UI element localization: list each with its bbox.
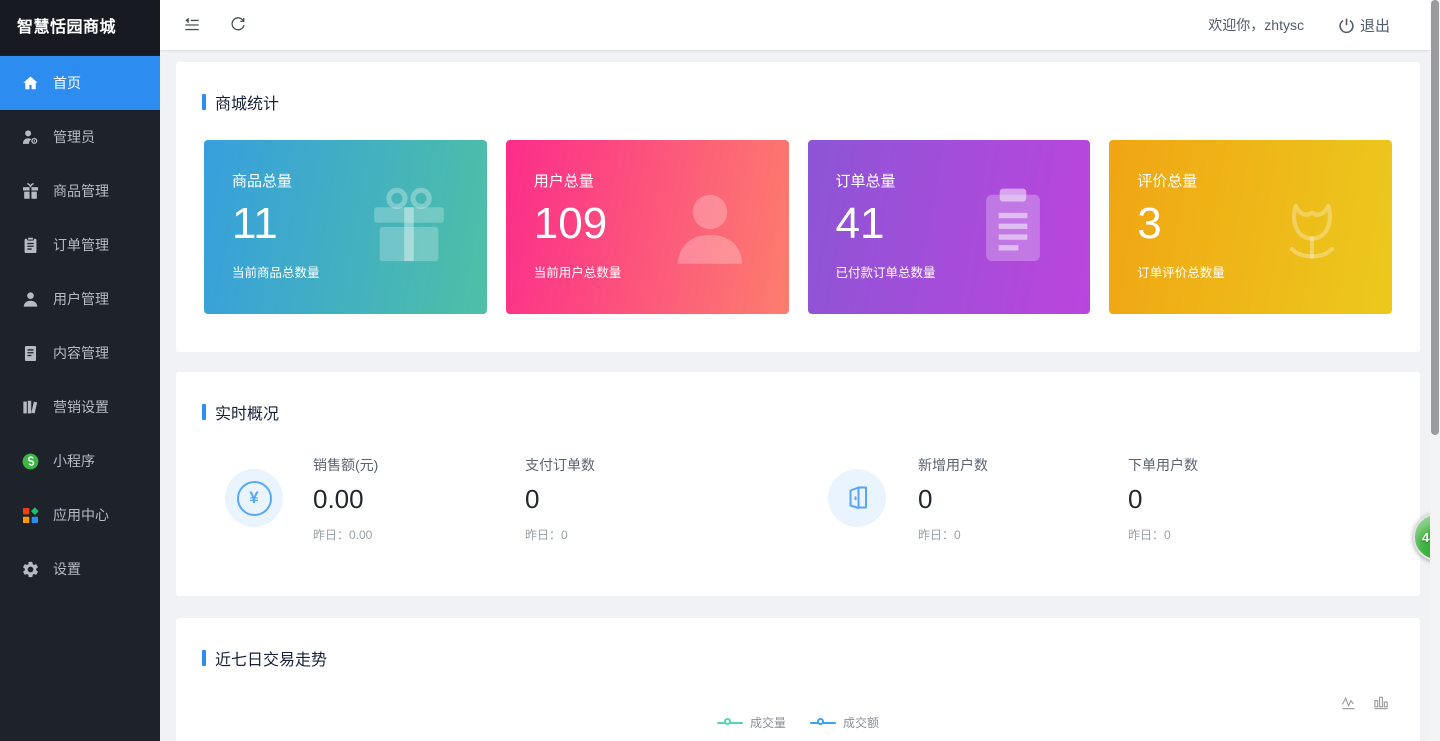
section-title-realtime: 实时概况 bbox=[176, 372, 1420, 424]
legend-label: 成交额 bbox=[843, 714, 879, 731]
sidebar-item-label: 内容管理 bbox=[53, 343, 109, 363]
sidebar-item-label: 商品管理 bbox=[53, 181, 109, 201]
legend-label: 成交量 bbox=[750, 714, 786, 731]
sidebar-item-orders[interactable]: 订单管理 bbox=[0, 218, 160, 272]
app-logo: 智慧恬园商城 bbox=[0, 0, 160, 55]
stat-sales-amount: 销售额(元) 0.00 昨日：0.00 bbox=[313, 455, 378, 543]
sidebar-item-label: 营销设置 bbox=[53, 397, 109, 417]
title-accent-bar bbox=[202, 650, 206, 666]
appcenter-icon bbox=[21, 506, 40, 525]
stat-card-goods-total[interactable]: 商品总量 11 当前商品总数量 bbox=[204, 140, 487, 314]
stat-card-orders-total[interactable]: 订单总量 41 已付款订单总数量 bbox=[808, 140, 1091, 314]
stat-new-users: 新增用户数 0 昨日：0 bbox=[918, 455, 988, 543]
sidebar-menu: 首页 管理员 商品管理 订单管理 用户管理 内容管理 营销设置 bbox=[0, 55, 160, 596]
mall-stats-section: 商城统计 商品总量 11 当前商品总数量 用户总量 109 当前用户总数量 订单… bbox=[176, 62, 1420, 352]
sidebar-item-label: 用户管理 bbox=[53, 289, 109, 309]
logout-label: 退出 bbox=[1360, 15, 1390, 36]
power-icon bbox=[1338, 17, 1355, 34]
sidebar-item-goods[interactable]: 商品管理 bbox=[0, 164, 160, 218]
person-icon bbox=[665, 182, 755, 272]
content-icon bbox=[21, 344, 40, 363]
users-circle-icon bbox=[828, 469, 886, 527]
sidebar-item-settings[interactable]: 设置 bbox=[0, 542, 160, 596]
sidebar-item-admin[interactable]: 管理员 bbox=[0, 110, 160, 164]
welcome-text: 欢迎你，zhtysc bbox=[1208, 15, 1304, 35]
stat-paid-orders: 支付订单数 0 昨日：0 bbox=[525, 455, 595, 543]
stat-card-users-total[interactable]: 用户总量 109 当前用户总数量 bbox=[506, 140, 789, 314]
scrollbar-track[interactable] bbox=[1430, 0, 1440, 741]
sidebar-item-miniprogram[interactable]: 小程序 bbox=[0, 434, 160, 488]
marketing-icon bbox=[21, 398, 40, 417]
flower-icon bbox=[1266, 181, 1358, 273]
stat-ordering-users: 下单用户数 0 昨日：0 bbox=[1128, 455, 1198, 543]
gift-icon bbox=[365, 183, 453, 271]
stat-card-reviews-total[interactable]: 评价总量 3 订单评价总数量 bbox=[1109, 140, 1392, 314]
chart-toolbox bbox=[1341, 694, 1390, 711]
refresh-icon[interactable] bbox=[228, 15, 248, 35]
sidebar-item-home[interactable]: 首页 bbox=[0, 56, 160, 110]
goods-icon bbox=[21, 182, 40, 201]
title-accent-bar bbox=[202, 94, 206, 110]
orders-icon bbox=[21, 236, 40, 255]
collapse-menu-icon[interactable] bbox=[182, 15, 202, 35]
line-chart-icon[interactable] bbox=[1341, 694, 1358, 711]
logout-button[interactable]: 退出 bbox=[1338, 15, 1390, 36]
legend-marker bbox=[810, 717, 836, 729]
sidebar-item-content[interactable]: 内容管理 bbox=[0, 326, 160, 380]
sidebar-item-users[interactable]: 用户管理 bbox=[0, 272, 160, 326]
realtime-overview-section: 实时概况 ¥ 销售额(元) 0.00 昨日：0.00 支付订单数 0 昨日：0 … bbox=[176, 372, 1420, 596]
yen-icon: ¥ bbox=[237, 481, 272, 516]
sidebar-item-marketing[interactable]: 营销设置 bbox=[0, 380, 160, 434]
users-icon bbox=[21, 290, 40, 309]
legend-item-volume[interactable]: 成交量 bbox=[717, 714, 786, 731]
door-icon bbox=[842, 483, 872, 513]
sidebar-item-label: 订单管理 bbox=[53, 235, 109, 255]
legend-item-amount[interactable]: 成交额 bbox=[810, 714, 879, 731]
sales-circle-icon: ¥ bbox=[225, 469, 283, 527]
sidebar-item-label: 小程序 bbox=[53, 451, 95, 471]
section-title-trend: 近七日交易走势 bbox=[176, 618, 1420, 670]
sidebar-item-label: 管理员 bbox=[53, 127, 95, 147]
chart-legend: 成交量 成交额 bbox=[176, 714, 1420, 731]
topbar: 欢迎你，zhtysc 退出 bbox=[160, 0, 1430, 50]
sidebar-item-label: 应用中心 bbox=[53, 505, 109, 525]
bar-chart-icon[interactable] bbox=[1373, 694, 1390, 711]
admin-icon bbox=[21, 128, 40, 147]
legend-marker bbox=[717, 717, 743, 729]
miniprogram-icon bbox=[21, 452, 40, 471]
section-title-mall-stats: 商城统计 bbox=[176, 62, 1420, 114]
sidebar-item-appcenter[interactable]: 应用中心 bbox=[0, 488, 160, 542]
title-accent-bar bbox=[202, 404, 206, 420]
sidebar-item-label: 设置 bbox=[53, 559, 81, 579]
trend-chart-section: 近七日交易走势 成交量 成交额 bbox=[176, 618, 1420, 741]
sidebar-item-label: 首页 bbox=[53, 73, 81, 93]
home-icon bbox=[21, 74, 40, 93]
sidebar: 智慧恬园商城 首页 管理员 商品管理 订单管理 用户管理 内容管理 bbox=[0, 0, 160, 741]
clipboard-icon bbox=[970, 184, 1056, 270]
settings-icon bbox=[21, 560, 40, 579]
scrollbar-thumb[interactable] bbox=[1431, 0, 1439, 435]
